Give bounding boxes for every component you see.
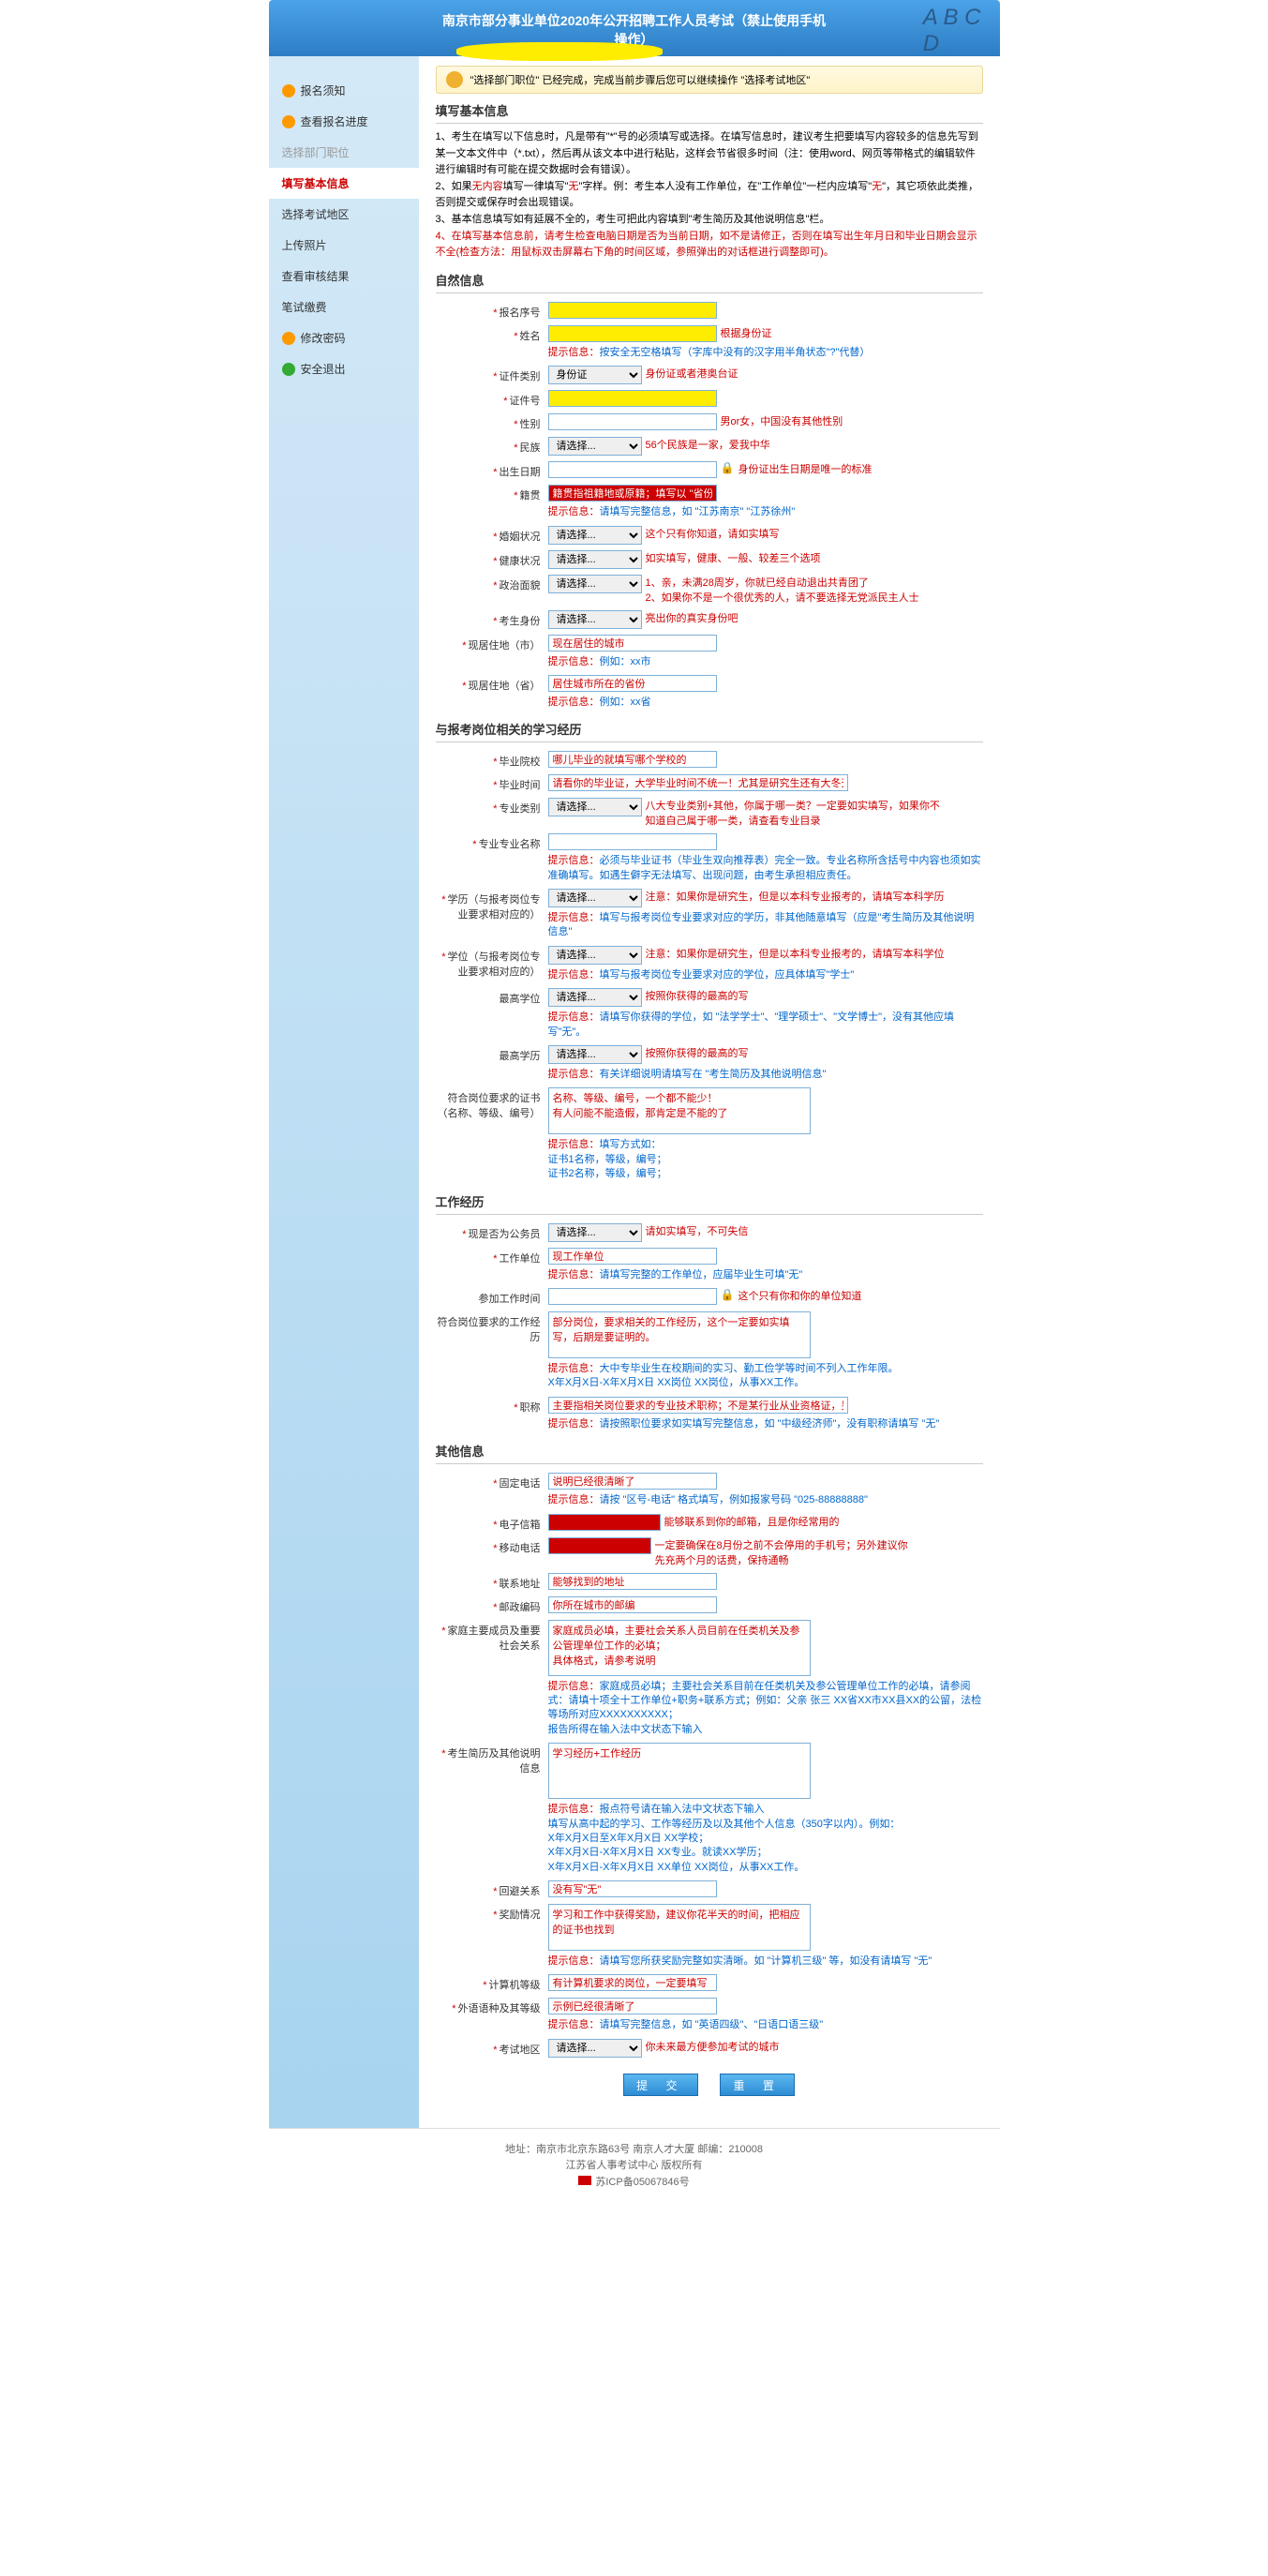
computer-field[interactable] [548,1974,717,1991]
lock-icon: 🔒 [721,1288,735,1301]
name-field [548,325,717,342]
grad-time-field[interactable] [548,774,848,791]
section-basic: 填写基本信息 [436,101,983,124]
sidebar-item-logout[interactable]: 安全退出 [269,353,419,384]
bullet-icon [282,115,295,128]
content-area: "选择部门职位" 已经完成，完成当前步骤后您可以继续操作 "选择考试地区" 填写… [419,56,1000,2128]
highest-edu-select[interactable]: 请选择... [548,1045,642,1064]
lock-icon: 🔒 [721,461,735,474]
bullet-icon [282,363,295,376]
notice-text: "选择部门职位" 已经完成，完成当前步骤后您可以继续操作 "选择考试地区" [470,72,811,87]
section-edu: 与报考岗位相关的学习经历 [436,720,983,742]
family-textarea[interactable]: 家庭成员必填，主要社会关系人员目前在任类机关及参公管理单位工作的必填； 具体格式… [548,1620,811,1676]
award-textarea[interactable]: 学习和工作中获得奖励，建议你花半天的时间，把相应的证书也找到 [548,1904,811,1951]
sidebar-item-exam-area[interactable]: 选择考试地区 [269,199,419,230]
education-select[interactable]: 请选择... [548,889,642,907]
submit-button[interactable]: 提 交 [623,2074,698,2096]
major-cat-select[interactable]: 请选择... [548,798,642,816]
exam-area-select[interactable]: 请选择... [548,2039,642,2058]
section-other: 其他信息 [436,1442,983,1464]
sidebar-item-progress[interactable]: 查看报名进度 [269,106,419,137]
work-unit-field[interactable] [548,1248,717,1265]
section-work: 工作经历 [436,1192,983,1215]
bullet-icon [282,84,295,97]
bullet-icon [282,332,295,345]
political-select[interactable]: 请选择... [548,575,642,593]
section-nature: 自然信息 [436,271,983,293]
residence-province-field[interactable] [548,675,717,692]
reset-button[interactable]: 重 置 [720,2074,795,2096]
civil-servant-select[interactable]: 请选择... [548,1223,642,1242]
info-icon [446,71,463,88]
mobile-field[interactable] [548,1537,651,1554]
sidebar-item-notice[interactable]: 报名须知 [269,75,419,106]
phone-field[interactable] [548,1473,717,1490]
postcode-field[interactable] [548,1596,717,1613]
gender-field[interactable] [548,413,717,430]
sidebar: 报名须知 查看报名进度 选择部门职位 填写基本信息 选择考试地区 上传照片 查看… [269,56,419,2128]
health-select[interactable]: 请选择... [548,550,642,569]
work-exp-textarea[interactable]: 部分岗位，要求相关的工作经历，这个一定要如实填写，后期是要证明的。 [548,1311,811,1358]
sidebar-item-review-result[interactable]: 查看审核结果 [269,261,419,292]
footer: 地址：南京市北京东路63号 南京人才大厦 邮编：210008 江苏省人事考试中心… [269,2128,1000,2205]
sidebar-item-payment[interactable]: 笔试缴费 [269,292,419,322]
page-header: 南京市部分事业单位2020年公开招聘工作人员考试（禁止使用手机 操作） A B … [269,0,1000,56]
highlight-blot [456,42,663,61]
notice-bar: "选择部门职位" 已经完成，完成当前步骤后您可以继续操作 "选择考试地区" [436,66,983,94]
native-place-field[interactable] [548,485,717,502]
instructions: 1、考生在填写以下信息时，凡是带有"*"号的必须填写或选择。在填写信息时，建议考… [436,129,983,262]
language-field[interactable] [548,1998,717,2014]
work-start-field[interactable] [548,1288,717,1305]
header-decoration: A B CD [923,5,981,57]
avoid-field[interactable] [548,1880,717,1897]
address-field[interactable] [548,1573,717,1590]
sidebar-item-basic-info[interactable]: 填写基本信息 [269,168,419,199]
header-title: 南京市部分事业单位2020年公开招聘工作人员考试（禁止使用手机 [269,0,1000,30]
resume-textarea[interactable]: 学习经历+工作经历 [548,1743,811,1799]
email-field[interactable] [548,1514,661,1531]
sidebar-item-change-pwd[interactable]: 修改密码 [269,322,419,353]
cert-textarea[interactable]: 名称、等级、编号，一个都不能少！ 有人问能不能造假，那肯定是不能的了 [548,1087,811,1134]
id-number-field [548,390,717,407]
identity-select[interactable]: 请选择... [548,610,642,629]
birthdate-field[interactable] [548,461,717,478]
reg-number-field [548,302,717,319]
school-field[interactable] [548,751,717,768]
sidebar-item-upload-photo[interactable]: 上传照片 [269,230,419,261]
major-name-field[interactable] [548,833,717,850]
marital-select[interactable]: 请选择... [548,526,642,545]
title-field[interactable] [548,1397,848,1414]
sidebar-item-select-pos[interactable]: 选择部门职位 [269,137,419,168]
id-type-select[interactable]: 身份证 [548,366,642,384]
highest-degree-select[interactable]: 请选择... [548,988,642,1007]
residence-city-field[interactable] [548,635,717,651]
degree-select[interactable]: 请选择... [548,946,642,965]
ethnicity-select[interactable]: 请选择... [548,437,642,456]
